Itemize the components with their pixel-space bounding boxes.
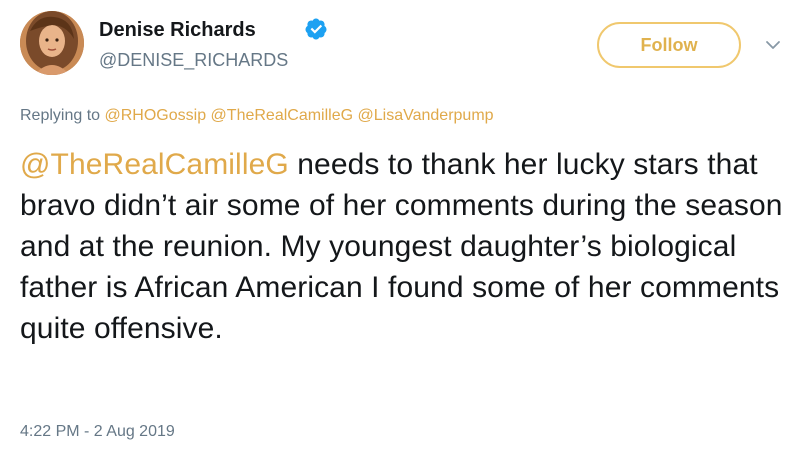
verified-badge-icon — [305, 18, 327, 40]
author-handle[interactable]: @DENISE_RICHARDS — [99, 49, 288, 71]
reply-mention-rhogossip[interactable]: @RHOGossip — [105, 107, 207, 124]
reply-mention-therealcamilleg[interactable]: @TheRealCamilleG — [211, 107, 354, 124]
follow-button[interactable]: Follow — [597, 22, 741, 68]
chevron-down-icon[interactable] — [764, 36, 782, 54]
profile-photo-icon — [20, 11, 84, 75]
replying-to-line: Replying to @RHOGossip @TheRealCamilleG … — [20, 106, 494, 126]
reply-mention-lisavanderpump[interactable]: @LisaVanderpump — [358, 107, 494, 124]
tweet-mention-link[interactable]: @TheRealCamilleG — [20, 148, 289, 181]
avatar[interactable] — [20, 11, 84, 75]
tweet-card: Denise Richards @DENISE_RICHARDS Follow … — [0, 0, 800, 449]
replying-to-label: Replying to — [20, 107, 101, 124]
tweet-text: @TheRealCamilleG needs to thank her luck… — [20, 144, 790, 349]
author-name[interactable]: Denise Richards — [99, 18, 256, 42]
tweet-timestamp[interactable]: 4:22 PM - 2 Aug 2019 — [20, 422, 175, 442]
